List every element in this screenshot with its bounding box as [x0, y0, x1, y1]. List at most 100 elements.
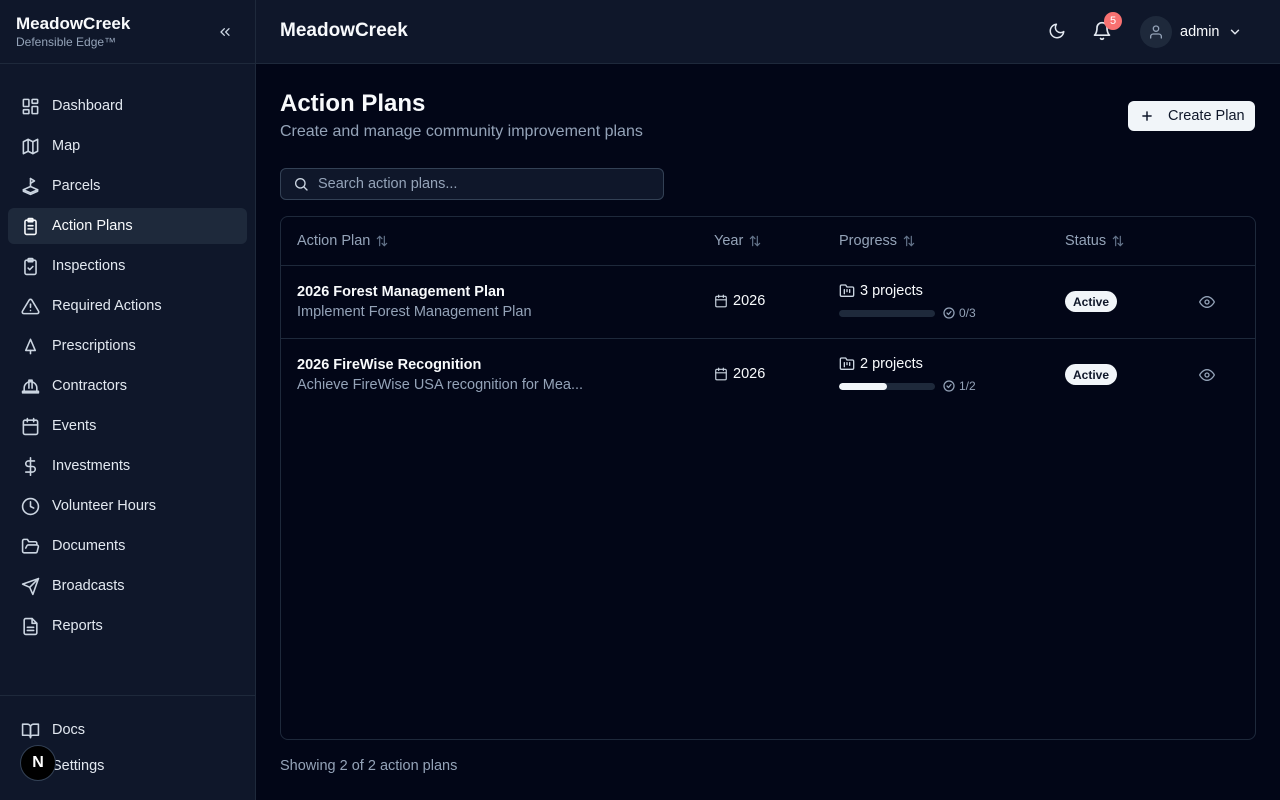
sidebar-item-inspections[interactable]: Inspections	[8, 248, 247, 284]
plan-projects-count: 2 projects	[860, 356, 923, 372]
warning-icon	[20, 296, 40, 316]
eye-icon	[1199, 369, 1215, 381]
user-menu-button[interactable]: admin	[1140, 16, 1242, 48]
sidebar-item-label: Parcels	[52, 178, 101, 194]
sidebar-item-map[interactable]: Map	[8, 128, 247, 164]
plan-year-value: 2026	[733, 366, 766, 382]
sidebar-item-action-plans[interactable]: Action Plans	[8, 208, 247, 244]
plan-completed-value: 1/2	[959, 379, 976, 393]
brand-name: MeadowCreek	[16, 14, 131, 33]
map-icon	[20, 136, 40, 156]
folder-open-icon	[20, 536, 40, 556]
view-plan-button[interactable]	[1199, 367, 1215, 383]
plan-completed: 1/2	[943, 379, 976, 393]
sidebar-item-label: Settings	[52, 758, 105, 774]
search-input[interactable]	[318, 176, 648, 192]
check-circle-icon	[943, 307, 955, 319]
plan-year: 2026	[714, 366, 765, 382]
sidebar-item-label: Volunteer Hours	[52, 498, 156, 514]
column-label: Status	[1065, 233, 1107, 249]
plus-icon	[1140, 109, 1154, 123]
progress-bar-fill	[839, 383, 887, 390]
plan-projects: 2 projects	[839, 356, 923, 372]
status-badge: Active	[1065, 364, 1118, 385]
user-icon	[1150, 25, 1162, 39]
eye-icon	[1199, 296, 1215, 308]
column-label: Progress	[839, 233, 898, 249]
sidebar-item-label: Contractors	[52, 378, 127, 394]
sort-icon	[903, 235, 915, 247]
plan-name: 2026 Forest Management Plan	[297, 284, 505, 300]
column-label: Action Plan	[297, 233, 371, 249]
sidebar-item-documents[interactable]: Documents	[8, 528, 247, 564]
sidebar-item-label: Inspections	[52, 258, 126, 274]
top-header: MeadowCreek 5 admin	[256, 0, 1280, 64]
chevron-down-icon	[1230, 29, 1239, 35]
chevrons-left-icon	[220, 27, 230, 36]
action-plans-table: Action Plan Year Progress Status 2026 Fo…	[280, 216, 1256, 740]
sidebar-item-label: Broadcasts	[52, 578, 125, 594]
sidebar-item-reports[interactable]: Reports	[8, 608, 247, 644]
folder-kanban-icon	[839, 284, 855, 297]
check-circle-icon	[943, 380, 955, 392]
send-icon	[20, 576, 40, 596]
table-header: Action Plan Year Progress Status	[281, 217, 1255, 266]
sidebar-item-label: Action Plans	[52, 218, 133, 234]
tree-icon	[20, 336, 40, 356]
collapse-sidebar-button[interactable]	[215, 22, 235, 42]
n-badge[interactable]: N	[20, 745, 56, 781]
sort-icon	[377, 235, 388, 247]
column-header-action-plan[interactable]: Action Plan	[297, 233, 389, 249]
sidebar-item-contractors[interactable]: Contractors	[8, 368, 247, 404]
file-text-icon	[20, 616, 40, 636]
moon-icon	[1049, 23, 1065, 39]
sidebar-item-label: Dashboard	[52, 98, 123, 114]
column-header-status[interactable]: Status	[1065, 233, 1125, 249]
plan-year: 2026	[714, 293, 765, 309]
theme-toggle-button[interactable]	[1048, 22, 1068, 42]
page-title: Action Plans	[280, 90, 426, 117]
table-row[interactable]: 2026 FireWise Recognition Achieve FireWi…	[281, 339, 1255, 412]
parcels-icon	[20, 176, 40, 196]
calendar-icon	[715, 367, 727, 381]
table-row[interactable]: 2026 Forest Management Plan Implement Fo…	[281, 266, 1255, 339]
sidebar-item-label: Documents	[52, 538, 126, 554]
clipboard-check-icon	[20, 256, 40, 276]
dollar-icon	[20, 456, 40, 476]
sidebar-item-prescriptions[interactable]: Prescriptions	[8, 328, 247, 364]
clipboard-icon	[20, 216, 40, 236]
calendar-icon	[715, 294, 727, 308]
header-title: MeadowCreek	[280, 20, 408, 41]
hard-hat-icon	[20, 376, 40, 396]
plan-name: 2026 FireWise Recognition	[297, 357, 482, 373]
column-header-year[interactable]: Year	[714, 233, 762, 249]
sidebar-item-investments[interactable]: Investments	[8, 448, 247, 484]
progress-bar	[839, 310, 935, 317]
dashboard-icon	[20, 96, 40, 116]
page-subtitle: Create and manage community improvement …	[280, 123, 643, 140]
sidebar-item-volunteer-hours[interactable]: Volunteer Hours	[8, 488, 247, 524]
sidebar-item-events[interactable]: Events	[8, 408, 247, 444]
book-icon	[20, 720, 40, 740]
sidebar-item-required-actions[interactable]: Required Actions	[8, 288, 247, 324]
create-plan-button[interactable]: Create Plan	[1128, 101, 1255, 131]
sidebar-item-parcels[interactable]: Parcels	[8, 168, 247, 204]
avatar	[1140, 16, 1172, 48]
plan-projects-count: 3 projects	[860, 283, 923, 299]
sidebar-item-label: Investments	[52, 458, 131, 474]
plan-year-value: 2026	[733, 293, 766, 309]
plan-completed: 0/3	[943, 306, 976, 320]
sidebar-item-dashboard[interactable]: Dashboard	[8, 88, 247, 124]
column-header-progress[interactable]: Progress	[839, 233, 916, 249]
sidebar-item-label: Prescriptions	[52, 338, 136, 354]
sidebar-item-broadcasts[interactable]: Broadcasts	[8, 568, 247, 604]
view-plan-button[interactable]	[1199, 294, 1215, 310]
plan-projects: 3 projects	[839, 283, 923, 299]
brand-tagline: Defensible Edge™	[16, 35, 117, 49]
sidebar-nav: Dashboard Map Parcels Action Plans Inspe…	[8, 88, 247, 648]
column-label: Year	[714, 233, 744, 249]
create-plan-label: Create Plan	[1168, 108, 1245, 124]
clock-icon	[20, 496, 40, 516]
sidebar-item-label: Events	[52, 418, 97, 434]
sidebar-item-docs[interactable]: Docs	[8, 712, 247, 748]
